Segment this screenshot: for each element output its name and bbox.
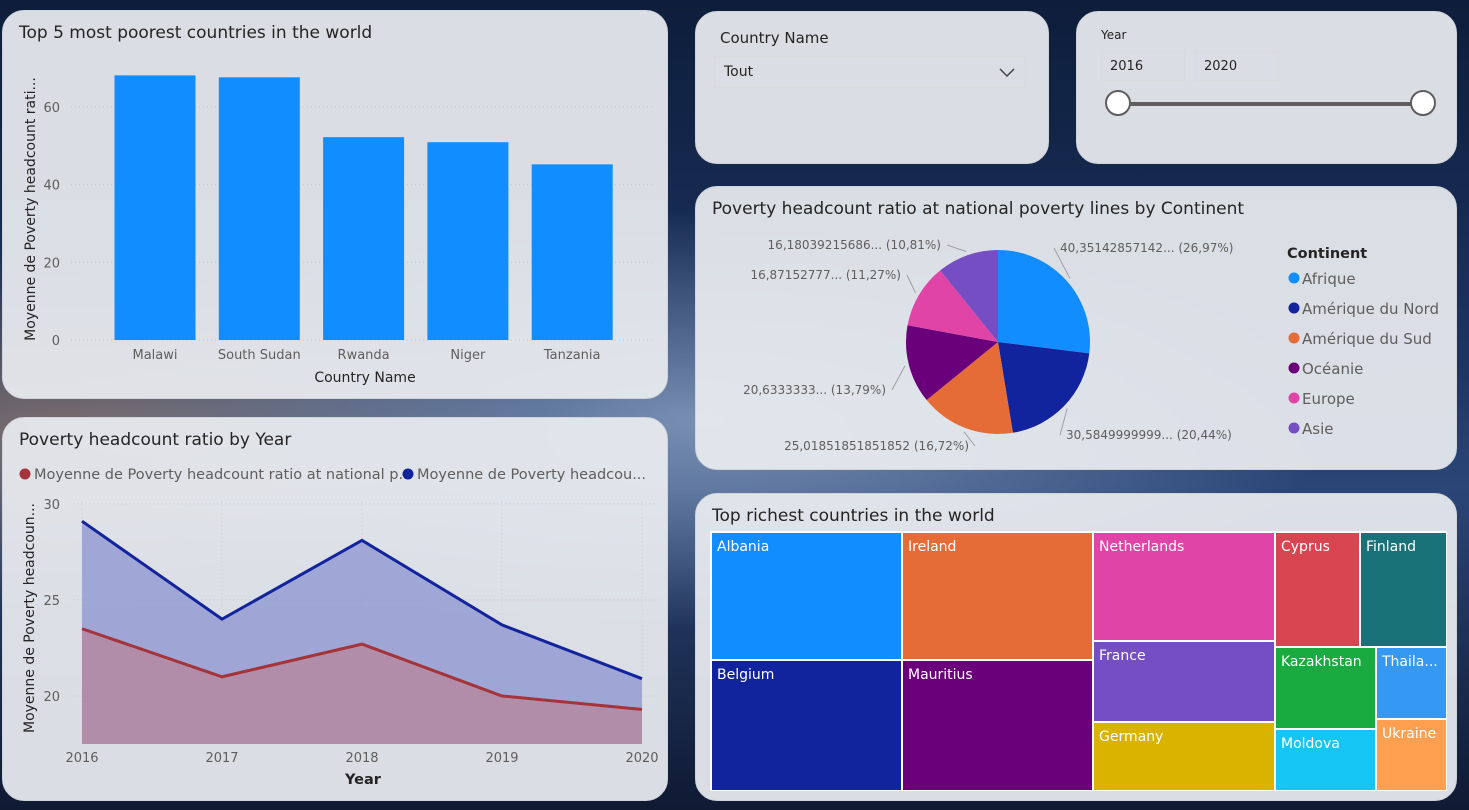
legend-marker [1288,422,1300,434]
year-slicer-label: Year [1101,28,1127,42]
country-slicer-label: Country Name [720,29,829,47]
y-tick-label: 20 [43,690,60,705]
legend-marker [1288,332,1300,344]
data-label: 30,5849999999... (20,44%) [1066,428,1232,442]
treemap-cell[interactable]: Netherlands [1093,532,1275,641]
x-tick-label: 2016 [65,751,98,766]
legend-marker [1288,362,1300,374]
legend-label: Afrique [1302,270,1356,288]
line-chart-panel: Poverty headcount ratio by Year 20 25 30 Mo… [2,417,668,801]
treemap-cell[interactable]: Cyprus [1275,532,1360,647]
bar [114,75,196,340]
country-dropdown[interactable]: Tout [714,56,1026,88]
data-label: 40,35142857142... (26,97%) [1060,241,1233,255]
x-tick-label: 2019 [485,751,518,766]
treemap-cell[interactable]: Ireland [902,532,1093,660]
pie-chart-panel: Poverty headcount ratio at national pove… [695,186,1457,470]
legend-title: Continent [1287,246,1367,262]
treemap-cell[interactable]: Moldova [1275,729,1376,791]
leader-line [906,274,916,294]
year-start-handle[interactable] [1105,90,1131,116]
pie-chart: 40,35142857142... (26,97%) 30,5849999999.… [743,238,1439,453]
pie-slice [998,250,1090,354]
y-tick-label: 25 [43,594,60,609]
treemap-cell[interactable]: Mauritius [902,660,1093,791]
bar [218,77,300,340]
treemap-cell[interactable]: Germany [1093,722,1275,791]
treemap-panel: Top richest countries in the world Alban… [695,493,1457,801]
y-tick-label: 0 [52,334,60,349]
y-tick-label: 40 [43,179,60,194]
treemap-cell[interactable]: France [1093,641,1275,722]
pie-slice [998,342,1090,433]
x-axis-label: Year [344,772,382,788]
legend-label: Moyenne de Poverty headcount ratio at na… [34,467,412,483]
legend-label: Amérique du Nord [1302,300,1439,318]
bar [531,164,613,340]
legend-label: Asie [1302,420,1333,438]
data-label: 16,87152777... (11,27%) [750,268,901,282]
legend-marker [1288,392,1300,404]
leader-line [891,365,906,391]
data-label: 16,18039215686... (10,81%) [768,238,941,252]
year-slicer: Year 2016 2020 [1076,11,1457,164]
treemap-cell[interactable]: Finland [1360,532,1447,647]
y-axis-label: Moyenne de Poverty headcount rati... [23,77,39,341]
bar-chart: 0 20 40 60 Malawi South Sudan Rwanda Niger Tanza… [23,75,653,386]
x-axis-label: Country Name [314,370,415,386]
line-chart: 20 25 30 Moyenne de Poverty headcount ratio… [19,467,659,788]
treemap-cell[interactable]: Belgium [711,660,902,791]
leader-line [946,244,967,252]
chevron-down-icon [999,68,1015,78]
x-tick-label: South Sudan [218,348,301,363]
legend-label: Océanie [1302,360,1363,378]
x-tick-label: 2018 [345,751,378,766]
x-tick-label: Tanzania [543,348,601,363]
treemap-cell[interactable]: Albania [711,532,902,660]
legend-label: Moyenne de Poverty headcou... [417,467,646,483]
treemap-title: Top richest countries in the world [712,506,995,526]
x-tick-label: 2017 [205,751,238,766]
bar [323,137,405,340]
treemap-cell[interactable]: Kazakhstan [1275,647,1376,729]
year-range-track[interactable] [1119,102,1424,106]
data-label: 20,6333333... (13,79%) [743,383,886,397]
year-end-handle[interactable] [1410,90,1436,116]
x-tick-label: Malawi [132,348,177,363]
data-label: 25,01851851851852 (16,72%) [784,439,969,453]
y-tick-label: 20 [43,256,60,271]
x-tick-label: Niger [450,348,486,363]
legend-marker [19,468,31,480]
year-start-input[interactable]: 2016 [1101,51,1185,81]
treemap-cell[interactable]: Thaila... [1376,647,1447,719]
legend-label: Europe [1302,390,1355,408]
treemap: Albania Belgium Ireland Mauritius Netherland… [710,531,1447,791]
legend-marker [402,468,414,480]
y-tick-label: 60 [43,101,60,116]
treemap-cell[interactable]: Ukraine [1376,719,1447,791]
legend-marker [1288,302,1300,314]
year-end-input[interactable]: 2020 [1195,51,1279,81]
bar-chart-panel: Top 5 most poorest countries in the worl… [2,10,668,399]
x-tick-label: 2020 [625,751,658,766]
country-slicer: Country Name Tout [695,11,1049,164]
legend-marker [1288,272,1300,284]
legend-label: Amérique du Sud [1302,330,1432,348]
y-tick-label: 30 [43,498,60,513]
bar [427,142,509,340]
x-tick-label: Rwanda [338,348,390,363]
y-axis-label: Moyenne de Poverty headcoun... [22,503,38,733]
country-dropdown-value: Tout [724,64,754,80]
